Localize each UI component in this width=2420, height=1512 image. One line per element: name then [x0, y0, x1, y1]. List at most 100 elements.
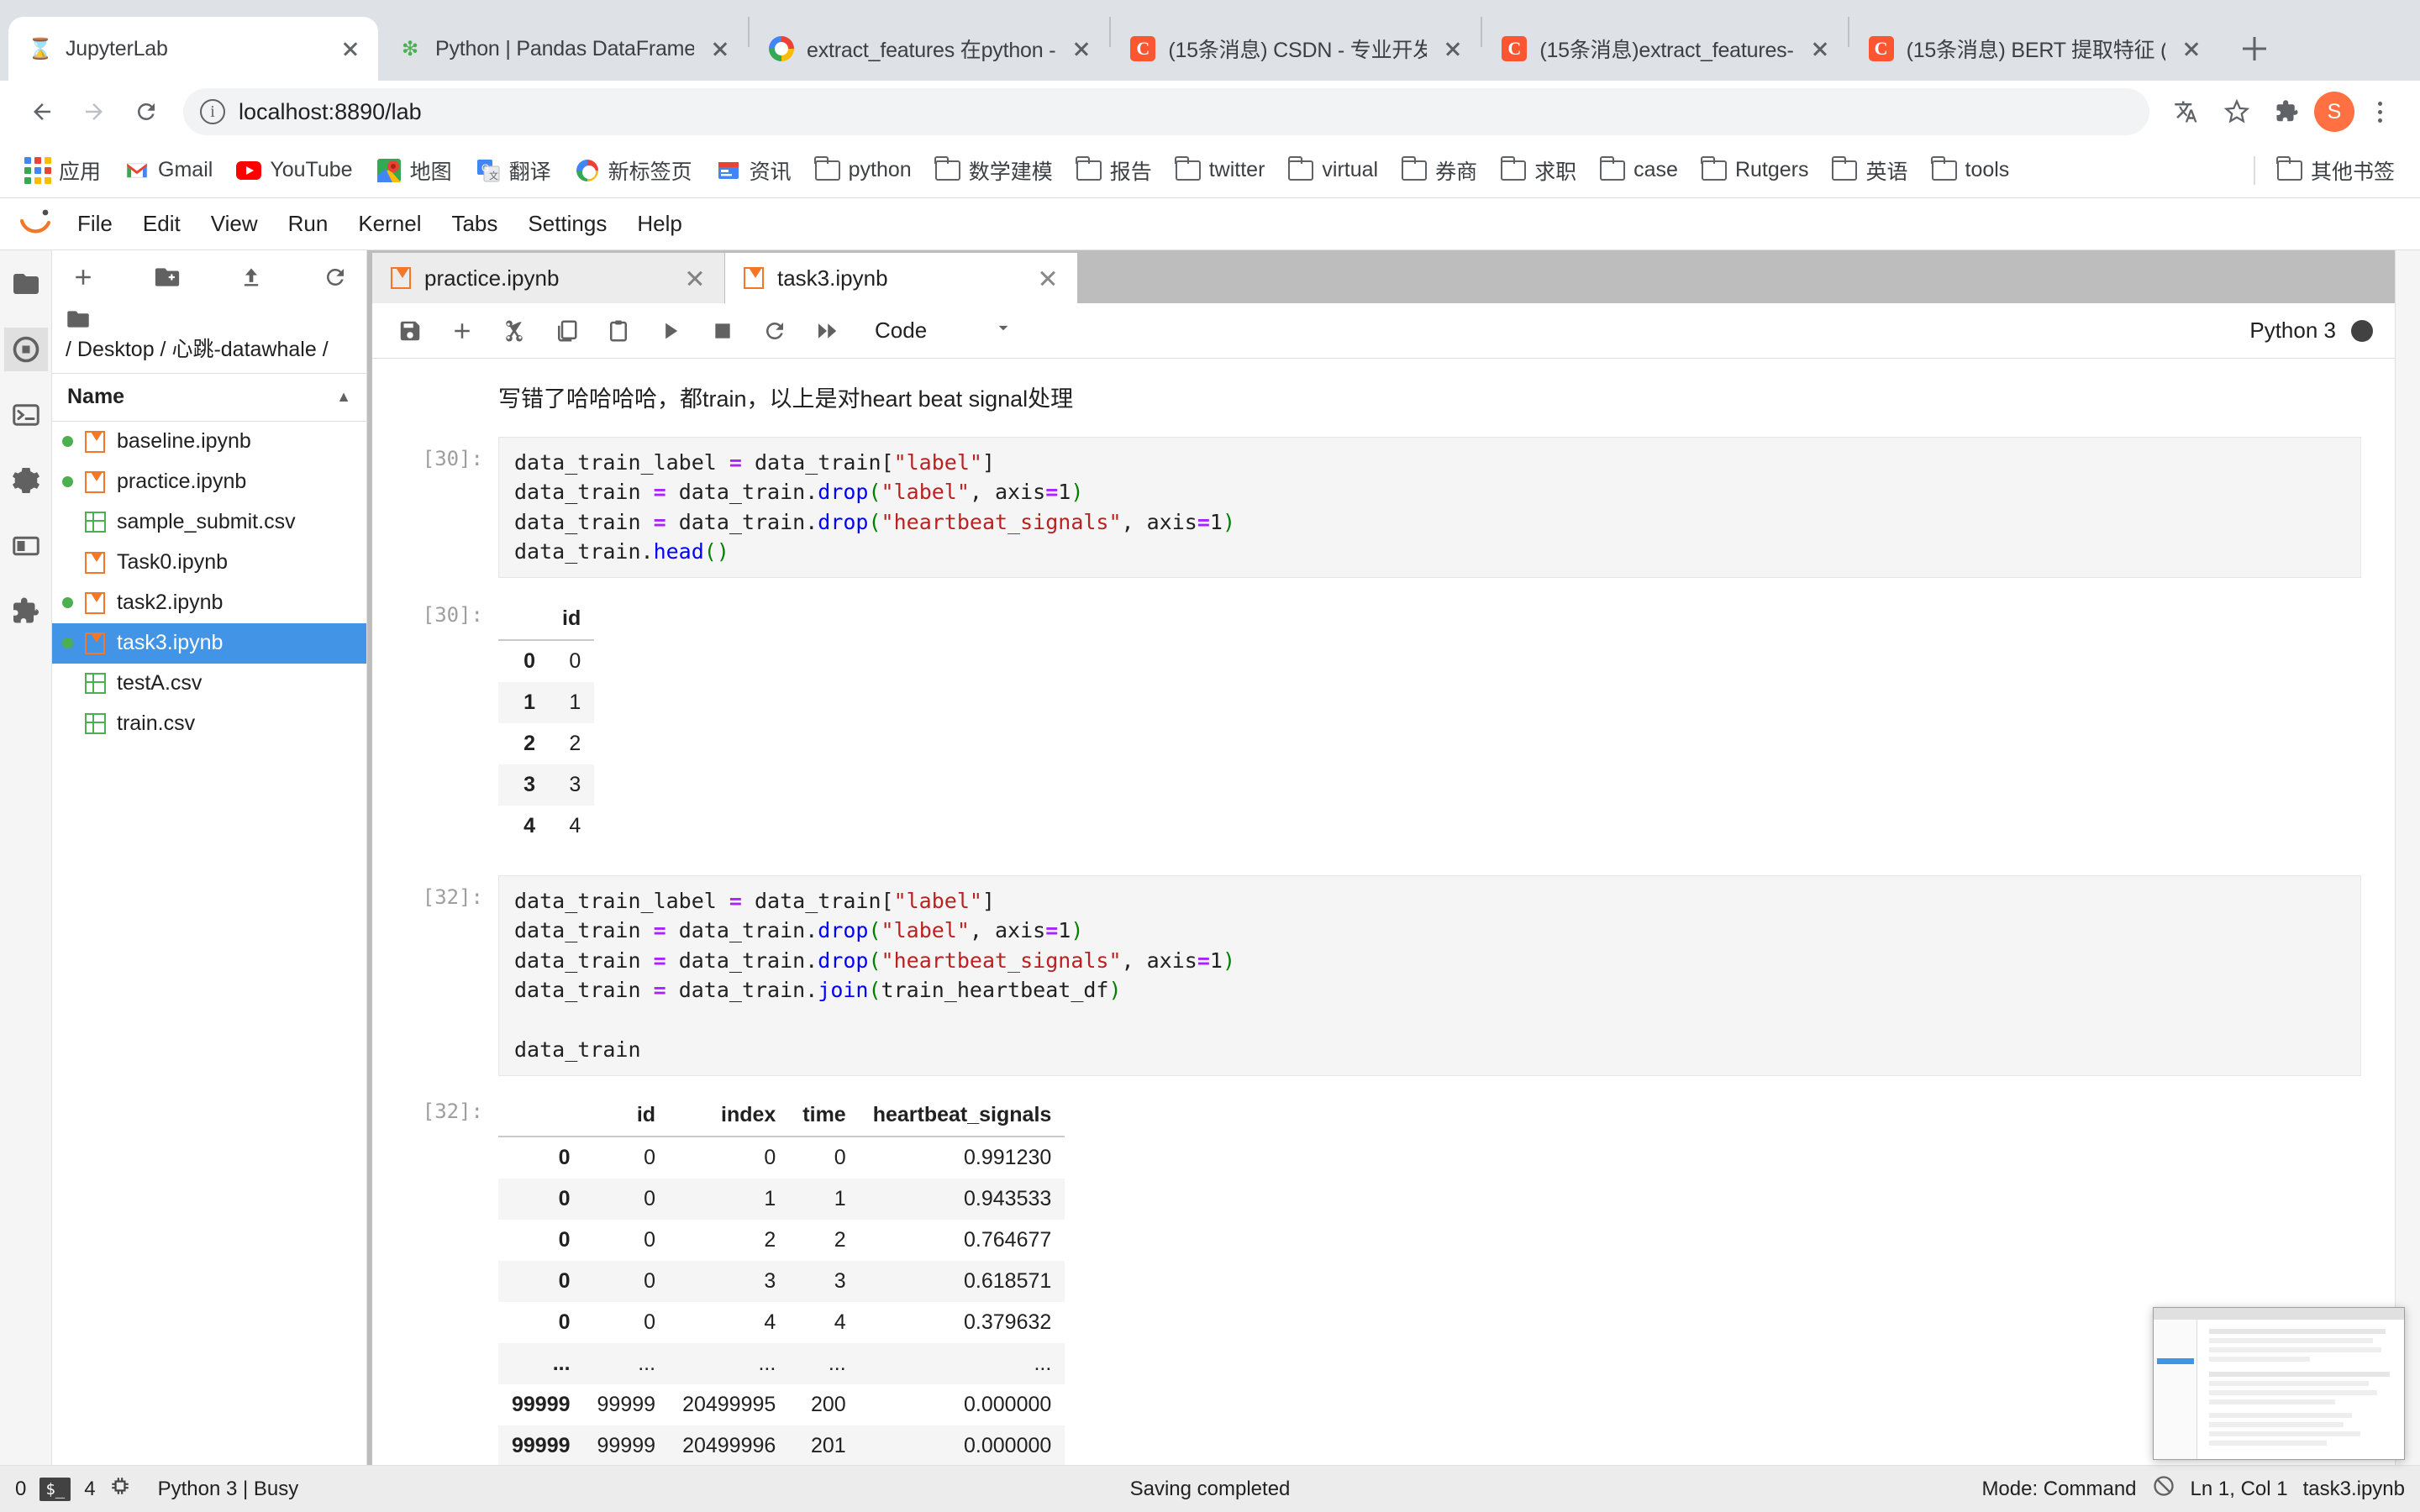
file-item-sample-submit[interactable]: sample_submit.csv — [52, 502, 366, 543]
browser-tab-pandas[interactable]: ❇ Python | Pandas DataFrame. — [378, 17, 748, 81]
insert-cell-icon[interactable] — [436, 308, 488, 354]
commands-icon[interactable] — [4, 393, 48, 437]
menu-run[interactable]: Run — [273, 202, 344, 245]
doc-tab-practice[interactable]: practice.ipynb — [372, 253, 725, 304]
copy-icon[interactable] — [540, 308, 592, 354]
terminal-count[interactable]: 0 — [15, 1478, 26, 1501]
new-tab-button[interactable] — [2231, 25, 2278, 72]
arrow-right-icon[interactable] — [71, 88, 118, 135]
run-icon[interactable] — [644, 308, 697, 354]
close-icon[interactable] — [2177, 34, 2206, 63]
refresh-icon[interactable] — [319, 259, 351, 296]
file-item-train[interactable]: train.csv — [52, 704, 366, 744]
avatar[interactable]: S — [2314, 92, 2354, 132]
puzzle-icon[interactable] — [2264, 88, 2311, 135]
not-trusted-icon[interactable] — [2152, 1474, 2175, 1504]
bookmark-folder-tools[interactable]: tools — [1922, 153, 2020, 188]
new-folder-icon[interactable] — [151, 259, 183, 296]
bookmark-other-bookmarks[interactable]: 其他书签 — [2267, 150, 2405, 191]
bookmark-folder-rutgers[interactable]: Rutgers — [1691, 153, 1819, 188]
close-icon[interactable] — [706, 34, 734, 63]
star-icon[interactable] — [2213, 88, 2260, 135]
menu-help[interactable]: Help — [622, 202, 697, 245]
new-launcher-icon[interactable] — [67, 259, 99, 296]
bookmark-folder-virtual[interactable]: virtual — [1278, 153, 1388, 188]
save-icon[interactable] — [384, 308, 436, 354]
translate-icon[interactable] — [2163, 88, 2210, 135]
bookmark-folder-math-modeling[interactable]: 数学建模 — [925, 150, 1063, 191]
menu-kernel[interactable]: Kernel — [343, 202, 436, 245]
address-input[interactable]: i localhost:8890/lab — [183, 88, 2149, 135]
menu-settings[interactable]: Settings — [513, 202, 622, 245]
close-icon[interactable] — [336, 34, 365, 63]
bookmark-gmail[interactable]: Gmail — [114, 153, 223, 188]
menu-view[interactable]: View — [196, 202, 273, 245]
arrow-left-icon[interactable] — [18, 88, 66, 135]
file-item-baseline[interactable]: baseline.ipynb — [52, 422, 366, 462]
bookmark-folder-english[interactable]: 英语 — [1822, 150, 1918, 191]
bookmark-folder-report[interactable]: 报告 — [1066, 150, 1162, 191]
kebab-menu-icon[interactable] — [2358, 90, 2402, 134]
doc-tab-task3[interactable]: task3.ipynb — [725, 253, 1078, 304]
browser-tab-extract-features[interactable]: extract_features 在python - — [750, 17, 1109, 81]
bookmark-newtab[interactable]: 新标签页 — [565, 150, 702, 191]
file-item-testa[interactable]: testA.csv — [52, 664, 366, 704]
bookmark-translate[interactable]: G文 翻译 — [466, 150, 561, 191]
cpu-icon[interactable] — [109, 1475, 131, 1503]
status-filename[interactable]: task3.ipynb — [2303, 1478, 2405, 1501]
bookmark-folder-twitter[interactable]: twitter — [1165, 153, 1276, 188]
property-inspector-icon[interactable] — [4, 459, 48, 502]
file-list-header[interactable]: Name ▲ — [52, 372, 366, 422]
bookmark-folder-jobs[interactable]: 求职 — [1491, 150, 1586, 191]
terminal-icon[interactable]: $_ — [39, 1477, 71, 1501]
cut-icon[interactable] — [488, 308, 540, 354]
menu-file[interactable]: File — [62, 202, 128, 245]
notebook-cell-list[interactable]: 写错了哈哈哈哈，都train，以上是对heart beat signal处理 [… — [372, 358, 2395, 1465]
stop-icon[interactable] — [697, 308, 749, 354]
running-terminals-icon[interactable] — [3, 327, 48, 371]
paste-icon[interactable] — [592, 308, 644, 354]
restart-icon[interactable] — [749, 308, 801, 354]
bookmark-apps[interactable]: 应用 — [15, 150, 111, 191]
close-icon[interactable] — [1806, 34, 1834, 63]
code-editor[interactable]: data_train_label = data_train["label"] d… — [498, 436, 2361, 578]
file-browser-icon[interactable] — [4, 262, 48, 306]
close-icon[interactable] — [1439, 34, 1467, 63]
close-icon[interactable] — [1035, 265, 1060, 291]
notebook-cell-code-32[interactable]: [32]: data_train_label = data_train["lab… — [372, 874, 2395, 1076]
menu-edit[interactable]: Edit — [128, 202, 196, 245]
bookmark-folder-broker[interactable]: 券商 — [1392, 150, 1487, 191]
file-item-task0[interactable]: Task0.ipynb — [52, 543, 366, 583]
notebook-cell-code-30[interactable]: [30]: data_train_label = data_train["lab… — [372, 436, 2395, 578]
kernel-status-area[interactable]: Python 3 — [2249, 318, 2383, 344]
menu-tabs[interactable]: Tabs — [436, 202, 513, 245]
browser-tab-csdn-3[interactable]: C (15条消息) BERT 提取特征 (e — [1849, 17, 2219, 81]
upload-icon[interactable] — [235, 259, 267, 296]
reload-icon[interactable] — [123, 88, 170, 135]
browser-tab-jupyterlab[interactable]: ⌛ JupyterLab — [8, 17, 378, 81]
bookmark-youtube[interactable]: YouTube — [226, 153, 362, 188]
bookmark-maps[interactable]: 地图 — [366, 150, 462, 191]
bookmark-folder-python[interactable]: python — [805, 153, 922, 188]
kernel-count[interactable]: 4 — [84, 1478, 95, 1501]
bookmark-news[interactable]: 资讯 — [706, 150, 802, 191]
close-icon[interactable] — [682, 265, 708, 291]
breadcrumb[interactable]: / Desktop / 心跳-datawhale / — [52, 304, 366, 373]
file-item-task2[interactable]: task2.ipynb — [52, 583, 366, 623]
open-tabs-icon[interactable] — [4, 524, 48, 568]
cursor-position[interactable]: Ln 1, Col 1 — [2191, 1478, 2288, 1501]
kernel-status-text[interactable]: Python 3 | Busy — [158, 1478, 299, 1501]
bookmark-folder-case[interactable]: case — [1590, 153, 1688, 188]
close-icon[interactable] — [1067, 34, 1096, 63]
file-item-practice[interactable]: practice.ipynb — [52, 462, 366, 502]
code-editor[interactable]: data_train_label = data_train["label"] d… — [498, 874, 2361, 1076]
browser-tab-csdn-2[interactable]: C (15条消息)extract_features- — [1482, 17, 1847, 81]
restart-run-all-icon[interactable] — [801, 308, 853, 354]
screen-thumbnail-overlay[interactable] — [2153, 1307, 2405, 1460]
notebook-cell-markdown[interactable]: 写错了哈哈哈哈，都train，以上是对heart beat signal处理 — [372, 374, 2395, 432]
cell-type-select[interactable]: Code — [865, 309, 1024, 353]
notebook-mode[interactable]: Mode: Command — [1981, 1478, 2136, 1501]
file-item-task3[interactable]: task3.ipynb — [52, 622, 366, 664]
extension-manager-icon[interactable] — [4, 590, 48, 633]
browser-tab-csdn-1[interactable]: C (15条消息) CSDN - 专业开发 — [1111, 17, 1481, 81]
